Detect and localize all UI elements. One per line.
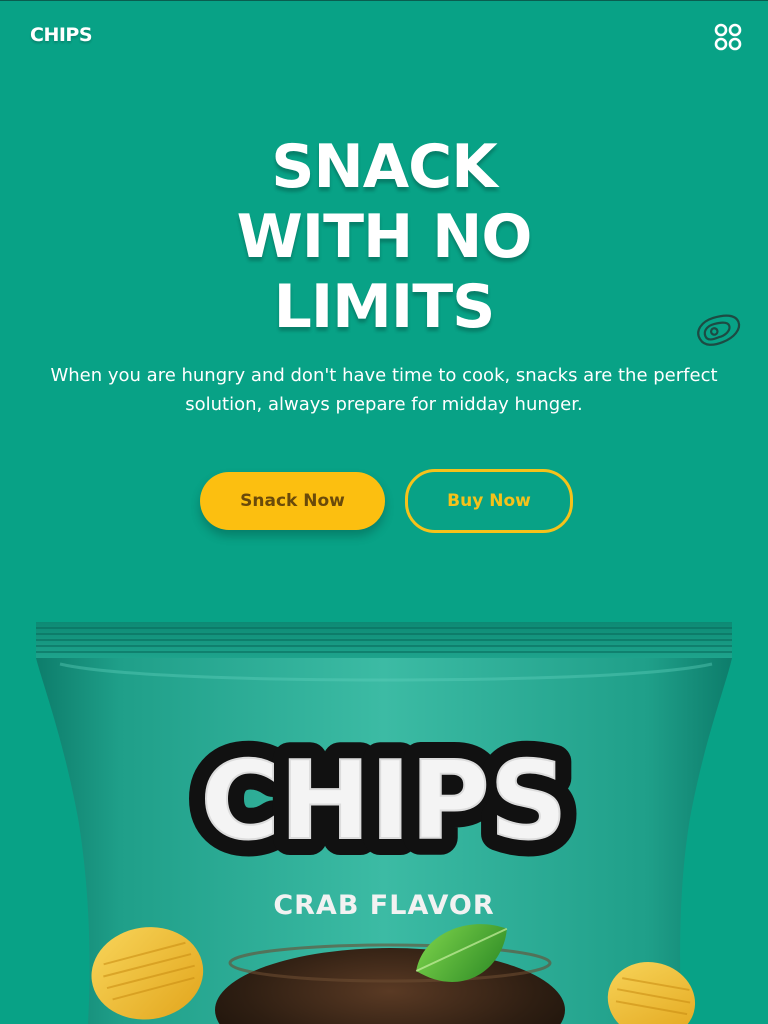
hero-title-line: SNACK [271, 132, 497, 202]
chips-bag-image: CHIPS CHIPS CRAB FLAVOR [36, 622, 732, 1024]
menu-button[interactable] [712, 21, 744, 53]
hero-title-line: WITH NO [236, 202, 533, 272]
top-border [0, 0, 768, 1]
bag-brand-text: CHIPS [201, 739, 568, 864]
brand-logo[interactable]: CHIPS [30, 24, 93, 46]
hero-title-line: LIMITS [273, 272, 496, 342]
hero-title: SNACK WITH NO LIMITS [0, 132, 768, 342]
grid-circles-icon [714, 23, 742, 51]
snack-now-button[interactable]: Snack Now [200, 472, 385, 530]
meat-steak-icon [697, 314, 741, 346]
landing-page: CHIPS SNACK WITH NO LIMITS When you are … [0, 0, 768, 1024]
buy-now-button[interactable]: Buy Now [405, 469, 573, 533]
hero-subtitle: When you are hungry and don't have time … [50, 365, 718, 415]
bag-flavor-text: CRAB FLAVOR [273, 890, 494, 921]
